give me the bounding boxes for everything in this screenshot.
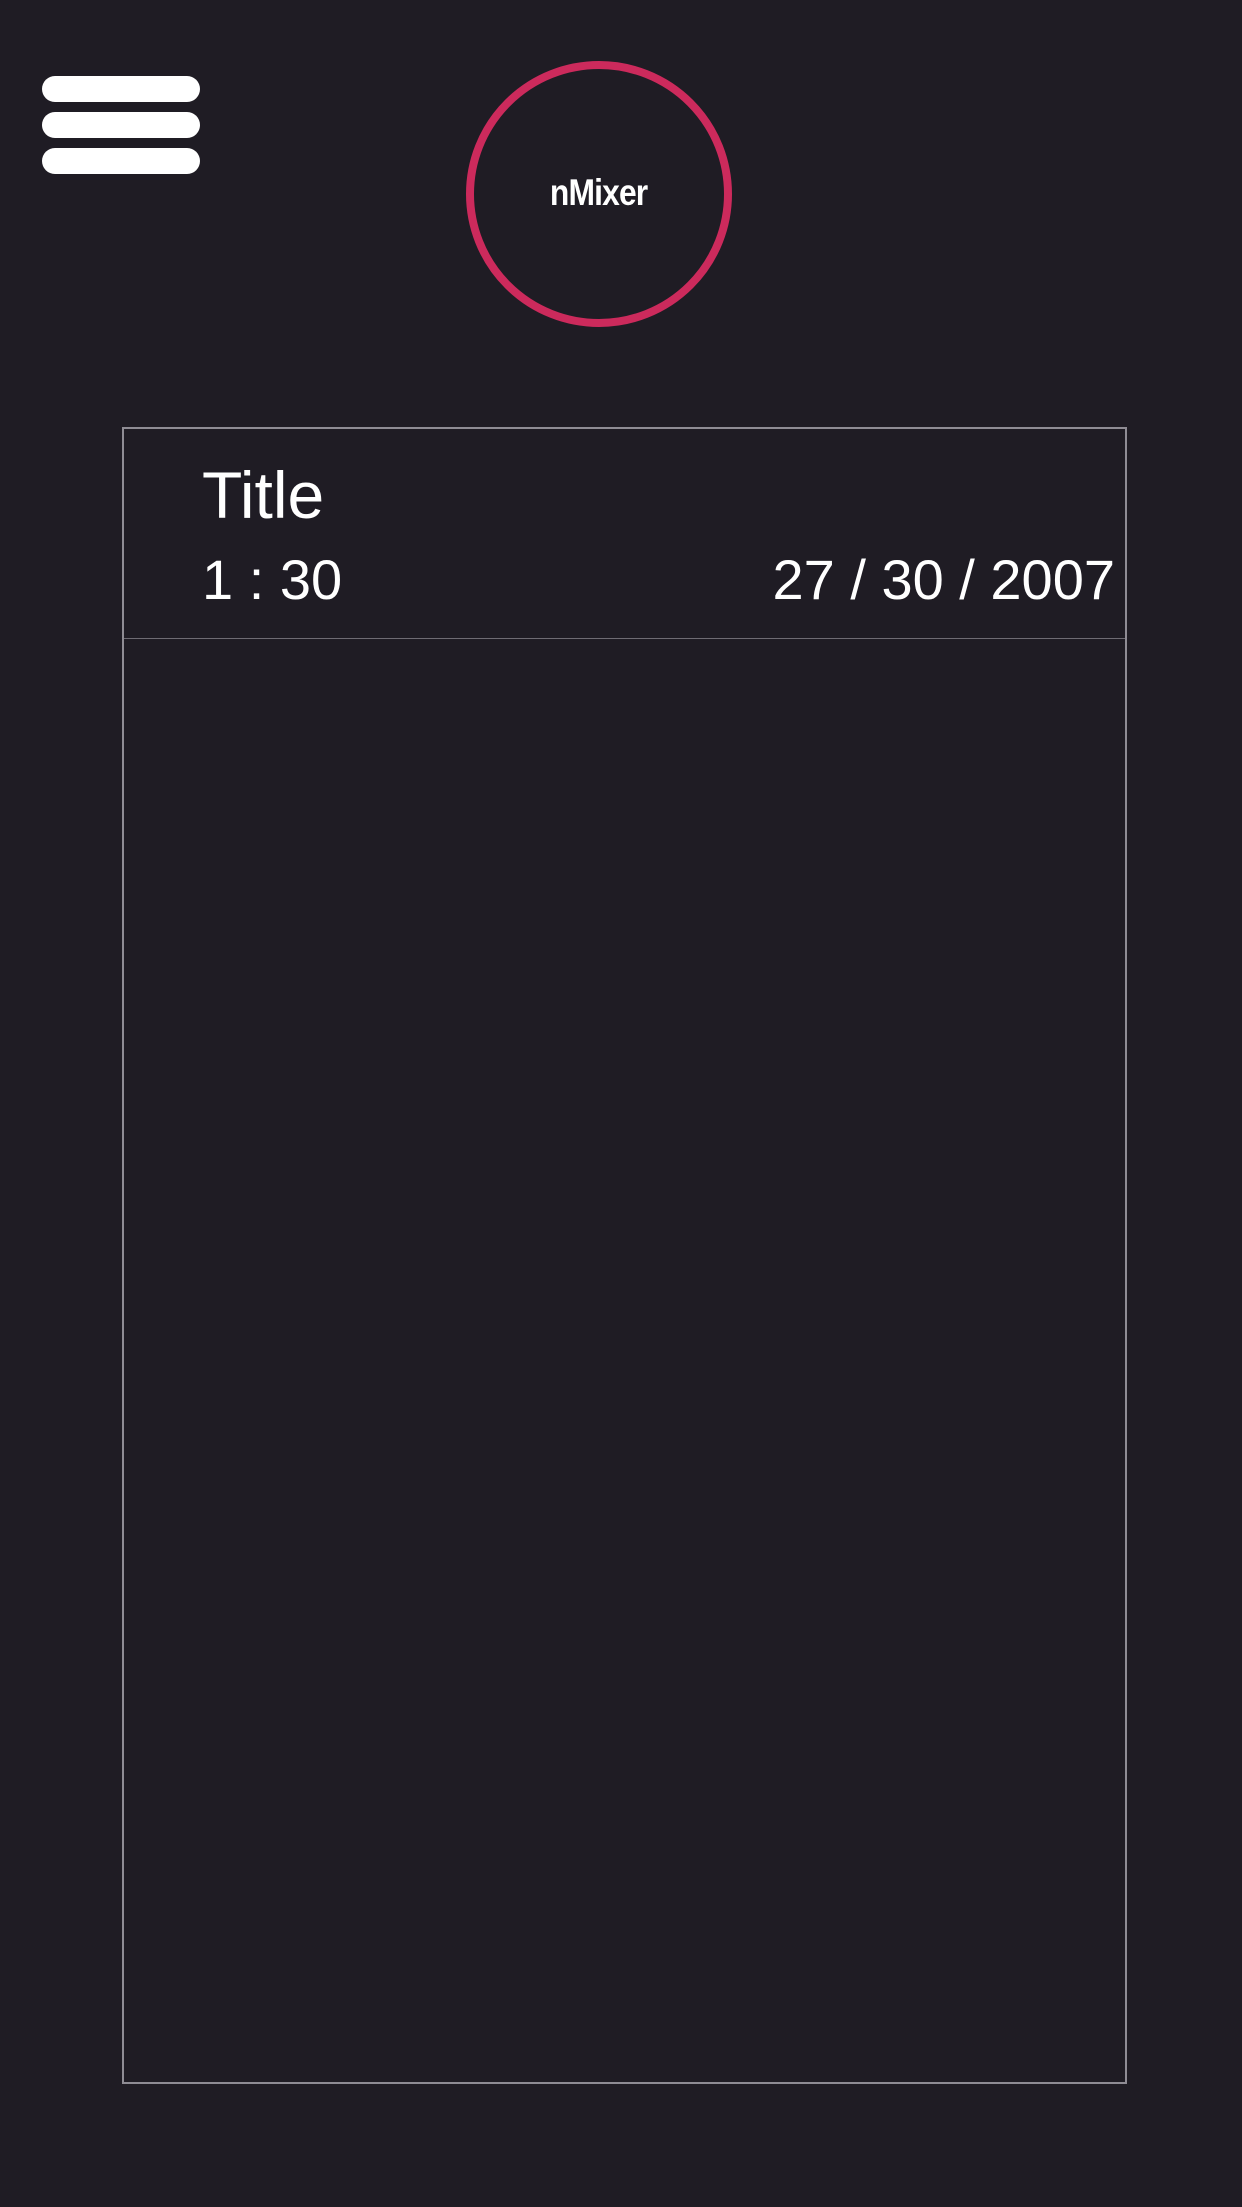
menu-bar-bottom — [42, 148, 200, 174]
menu-bar-middle — [42, 112, 200, 138]
menu-bar-top — [42, 76, 200, 102]
mix-title: Title — [202, 458, 325, 532]
app-logo-text: nMixer — [550, 172, 648, 213]
mix-card-body — [124, 639, 1125, 2082]
mix-card: Title 1 : 30 27 / 30 / 2007 — [122, 427, 1127, 2084]
mix-duration: 1 : 30 — [202, 548, 343, 611]
mix-date: 27 / 30 / 2007 — [772, 548, 1115, 611]
hamburger-menu-icon[interactable] — [42, 76, 200, 174]
app-logo: nMixer — [466, 61, 732, 327]
mix-card-header[interactable]: Title 1 : 30 27 / 30 / 2007 — [124, 429, 1125, 639]
